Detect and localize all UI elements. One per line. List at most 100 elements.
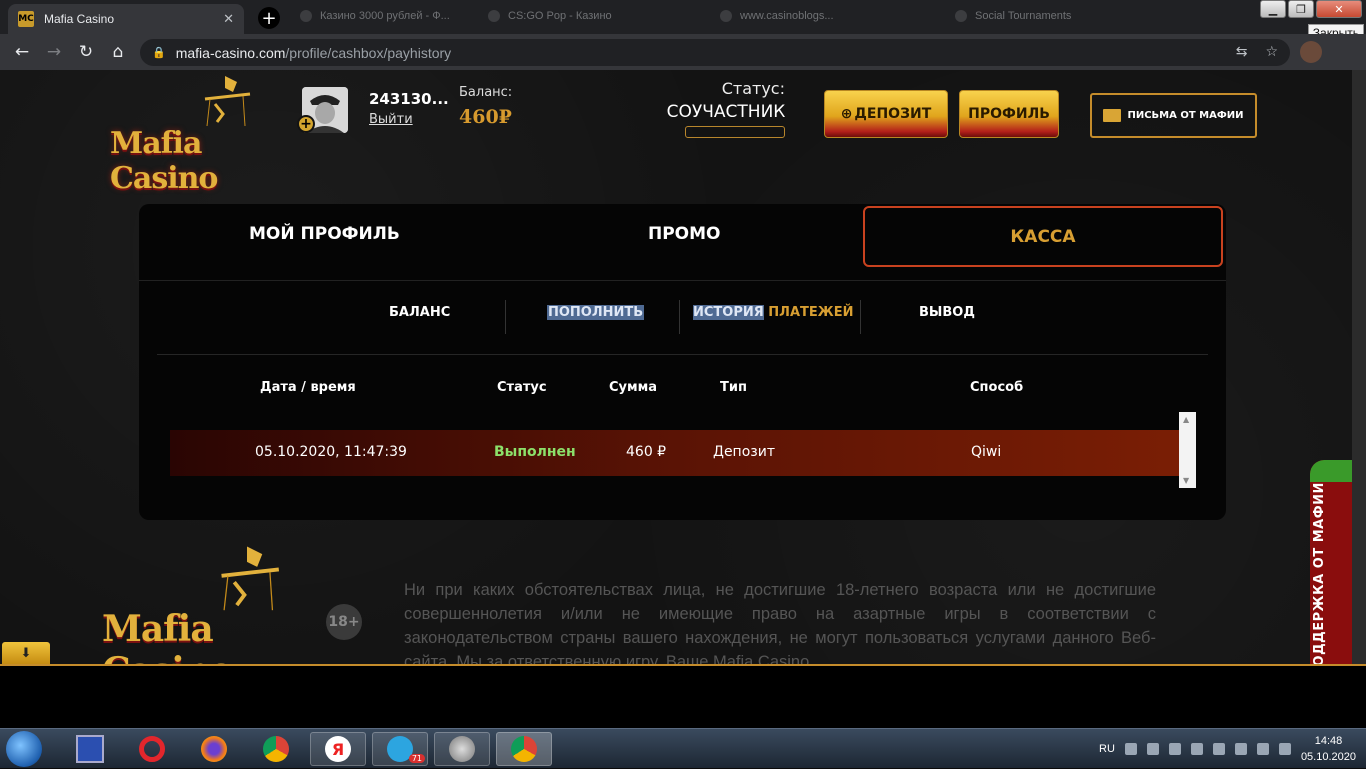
browser-tab-1[interactable]: Казино 3000 рублей - Ф... xyxy=(300,10,460,26)
logout-link[interactable]: Выйти xyxy=(369,112,413,127)
age-18-badge: 18+ xyxy=(326,604,362,640)
maximize-button[interactable]: ❐ xyxy=(1288,0,1314,18)
coin-icon: ⊕ xyxy=(840,106,853,122)
language-indicator[interactable]: RU xyxy=(1099,743,1115,755)
status-label: Статус: xyxy=(721,79,785,98)
tab-favicon-icon xyxy=(720,10,732,23)
taskbar-opera[interactable] xyxy=(124,732,180,766)
tab-promo[interactable]: ПРОМО xyxy=(648,224,721,258)
browser-tab-active[interactable]: MC Mafia Casino ✕ xyxy=(8,4,244,34)
profile-avatar-icon[interactable] xyxy=(1300,41,1322,63)
cell-status: Выполнен xyxy=(494,444,576,460)
taskbar-yandex[interactable]: Я xyxy=(310,732,366,766)
scroll-up-icon[interactable]: ▲ xyxy=(1183,415,1189,424)
system-clock[interactable]: 14:48 05.10.2020 xyxy=(1301,733,1356,765)
page-scrollbar[interactable] xyxy=(1352,70,1366,664)
scroll-down-icon[interactable]: ▼ xyxy=(1183,476,1189,485)
reload-icon[interactable]: ↻ xyxy=(76,42,96,62)
flag-icon[interactable] xyxy=(1168,743,1181,755)
subtab-divider xyxy=(679,300,680,334)
windows-taskbar: Я 71 RU 14:48 05.10.2020 xyxy=(0,728,1366,768)
subtabs-divider xyxy=(157,354,1208,355)
col-header-status: Статус xyxy=(497,380,547,395)
tray-app-icon[interactable] xyxy=(1146,743,1159,755)
footer-logo: Mafia Casino xyxy=(102,544,322,664)
back-arrow-icon[interactable]: ← xyxy=(12,42,32,62)
subtab-withdraw[interactable]: ВЫВОД xyxy=(919,305,975,320)
balance-label: Баланс: xyxy=(459,85,513,100)
chrome-icon xyxy=(263,736,289,762)
tray-app-icon[interactable] xyxy=(1190,743,1203,755)
age-disclaimer: Ни при каких обстоятельствах лица, не до… xyxy=(404,581,1156,664)
floppy-icon xyxy=(76,735,104,763)
support-button[interactable]: ПОДДЕРЖКА ОТ МАФИИ xyxy=(1310,460,1352,664)
window-controls: ▁ ❐ ✕ xyxy=(1260,0,1362,18)
taskbar-telegram[interactable]: 71 xyxy=(372,732,428,766)
tab-close-icon[interactable]: ✕ xyxy=(223,12,234,27)
cell-type: Депозит xyxy=(713,444,775,460)
lock-icon: 🔒 xyxy=(152,46,166,59)
user-id: 243130... xyxy=(369,90,449,108)
volume-icon[interactable] xyxy=(1256,743,1269,755)
col-header-type: Тип xyxy=(720,380,747,395)
taskbar-floppy-app[interactable] xyxy=(62,732,118,766)
taskbar-firefox[interactable] xyxy=(186,732,242,766)
forward-arrow-icon[interactable]: → xyxy=(44,42,64,62)
tray-app-icon[interactable] xyxy=(1124,743,1137,755)
tab-favicon-icon xyxy=(488,10,500,23)
browser-tab-bar: MC Mafia Casino ✕ + Казино 3000 рублей -… xyxy=(0,0,1366,42)
address-bar: ← → ↻ ⌂ 🔒 mafia-casino.com/profile/cashb… xyxy=(0,34,1366,70)
taskbar-speaker-app[interactable] xyxy=(434,732,490,766)
status-value: СОУЧАСТНИК xyxy=(666,102,786,122)
cell-datetime: 05.10.2020, 11:47:39 xyxy=(255,444,407,460)
new-tab-button[interactable]: + xyxy=(258,7,280,29)
browser-tab-2[interactable]: CS:GO Pop - Казино xyxy=(488,10,688,26)
translate-icon[interactable]: ⇆ xyxy=(1236,44,1248,60)
tab-title: Mafia Casino xyxy=(44,12,115,26)
subtab-divider xyxy=(505,300,506,334)
network-icon[interactable] xyxy=(1234,743,1247,755)
subtab-divider xyxy=(860,300,861,334)
tray-app-icon[interactable] xyxy=(1278,743,1291,755)
cashbox-panel: МОЙ ПРОФИЛЬ ПРОМО КАССА БАЛАНС ПОПОЛНИТЬ… xyxy=(139,204,1226,520)
minimize-button[interactable]: ▁ xyxy=(1260,0,1286,18)
firefox-icon xyxy=(201,736,227,762)
tray-app-icon[interactable] xyxy=(1212,743,1225,755)
taskbar-chrome-active[interactable] xyxy=(496,732,552,766)
subtab-balance[interactable]: БАЛАНС xyxy=(389,305,450,320)
subtab-topup[interactable]: ПОПОЛНИТЬ xyxy=(547,305,645,320)
profile-button[interactable]: ПРОФИЛЬ xyxy=(959,90,1059,138)
balance-value: 460₽ xyxy=(459,106,512,128)
bookmark-star-icon[interactable]: ☆ xyxy=(1265,44,1278,60)
tab-my-profile[interactable]: МОЙ ПРОФИЛЬ xyxy=(249,224,400,258)
tab-kassa[interactable]: КАССА xyxy=(863,206,1223,267)
col-header-amount: Сумма xyxy=(609,380,658,395)
subtab-payment-history[interactable]: ИСТОРИЯ ПЛАТЕЖЕЙ xyxy=(693,305,853,320)
browser-tab-4[interactable]: Social Tournaments xyxy=(955,10,1155,26)
col-header-method: Способ xyxy=(970,380,1024,395)
scroll-down-button[interactable]: ⬇ xyxy=(2,642,50,664)
start-button-icon[interactable] xyxy=(6,731,42,767)
mafia-casino-logo[interactable]: Mafia Casino xyxy=(110,74,290,196)
tab-favicon-icon xyxy=(300,10,312,23)
browser-tab-3[interactable]: www.casinoblogs... xyxy=(720,10,940,26)
mafia-favicon-icon: MC xyxy=(18,11,34,27)
taskbar-chrome[interactable] xyxy=(248,732,304,766)
envelope-icon xyxy=(1103,109,1122,122)
puppet-hand-icon xyxy=(204,76,251,127)
telegram-badge: 71 xyxy=(408,754,425,763)
system-tray: RU 14:48 05.10.2020 xyxy=(1099,729,1356,769)
window-close-button[interactable]: ✕ xyxy=(1316,0,1362,18)
tabs-divider xyxy=(139,280,1226,281)
mafia-letters-button[interactable]: ПИСЬМА ОТ МАФИИ xyxy=(1090,93,1257,138)
table-scrollbar[interactable]: ▲ ▼ xyxy=(1179,412,1196,488)
casino-page: Mafia Casino + 243130... Выйти Баланс: 4… xyxy=(0,70,1352,664)
tab-favicon-icon xyxy=(955,10,967,23)
home-icon[interactable]: ⌂ xyxy=(108,42,128,62)
chrome-icon xyxy=(511,736,537,762)
opera-icon xyxy=(139,736,165,762)
deposit-button[interactable]: ⊕ ДЕПОЗИТ xyxy=(824,90,948,138)
speaker-icon xyxy=(449,736,475,762)
url-input[interactable]: 🔒 mafia-casino.com/profile/cashbox/payhi… xyxy=(140,39,1290,66)
add-avatar-icon[interactable]: + xyxy=(297,115,315,133)
